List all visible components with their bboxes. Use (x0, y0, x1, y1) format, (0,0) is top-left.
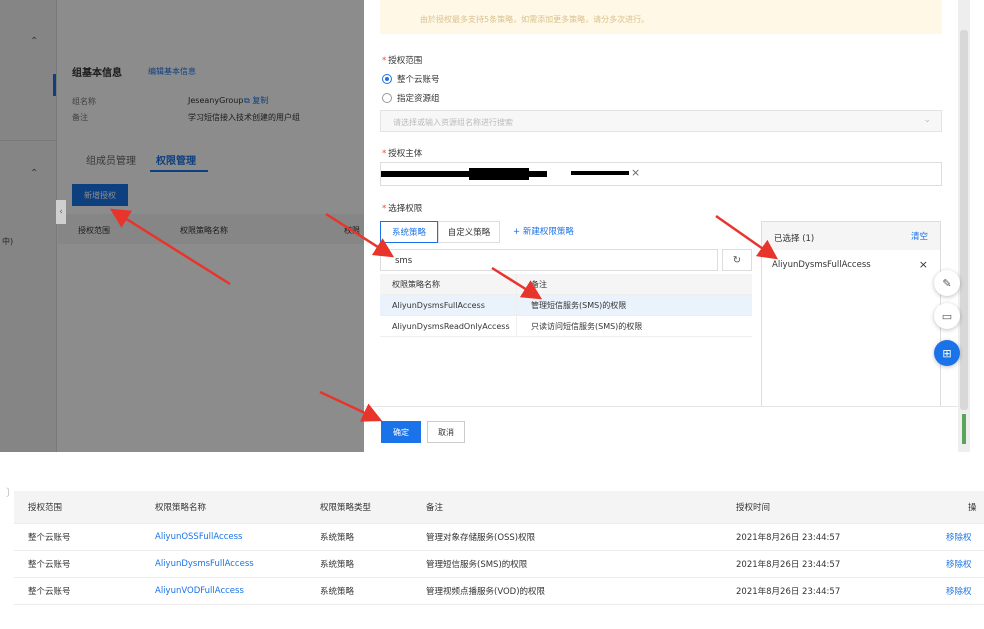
arrow-selected (715, 214, 779, 260)
arrow-add-grant (109, 208, 231, 286)
table-row: 整个云账号 AliyunOSSFullAccess 系统策略 管理对象存储服务(… (14, 524, 984, 551)
remark-cell: 管理短信服务(SMS)的权限 (426, 560, 528, 570)
scope-cell: 整个云账号 (28, 533, 71, 543)
remark-cell: 管理对象存储服务(OSS)权限 (426, 533, 536, 543)
type-cell: 系统策略 (320, 587, 355, 597)
scope-cell: 整个云账号 (28, 587, 71, 597)
type-cell: 系统策略 (320, 560, 355, 570)
policy-link[interactable]: AliyunVODFullAccess (155, 578, 244, 604)
top-screenshot: ⌃ ⌃ 中) 组基本信息 编辑基本信息 组名称 JeseanyGroup ⧉ 复… (0, 0, 970, 452)
type-cell: 系统策略 (320, 533, 355, 543)
header-policy-type: 权限策略类型 (320, 503, 372, 513)
result-table: 授权范围 权限策略名称 权限策略类型 备注 授权时间 操 整个云账号 Aliyu… (14, 491, 984, 605)
remark-cell: 管理视频点播服务(VOD)的权限 (426, 587, 546, 597)
policy-link[interactable]: AliyunOSSFullAccess (155, 524, 242, 550)
time-cell: 2021年8月26日 23:44:57 (736, 587, 841, 597)
annotation-arrows (109, 208, 779, 422)
header-policy-name: 权限策略名称 (155, 503, 207, 513)
header-grant-time: 授权时间 (736, 503, 771, 513)
scope-cell: 整个云账号 (28, 560, 71, 570)
arrow-ok (319, 390, 383, 422)
arrow-search (325, 212, 395, 258)
table-row: 整个云账号 AliyunVODFullAccess 系统策略 管理视频点播服务(… (14, 578, 984, 605)
remove-grant-link[interactable]: 移除权 (946, 524, 972, 550)
remove-grant-link[interactable]: 移除权 (946, 578, 972, 604)
remove-grant-link[interactable]: 移除权 (946, 551, 972, 577)
header-action: 操 (968, 503, 977, 513)
header-scope: 授权范围 (28, 503, 63, 513)
table-row: 整个云账号 AliyunDysmsFullAccess 系统策略 管理短信服务(… (14, 551, 984, 578)
time-cell: 2021年8月26日 23:44:57 (736, 560, 841, 570)
time-cell: 2021年8月26日 23:44:57 (736, 533, 841, 543)
policy-link[interactable]: AliyunDysmsFullAccess (155, 551, 254, 577)
arrow-policy-row (491, 266, 543, 300)
result-table-header: 授权范围 权限策略名称 权限策略类型 备注 授权时间 操 (14, 491, 984, 524)
header-remark: 备注 (426, 503, 444, 513)
